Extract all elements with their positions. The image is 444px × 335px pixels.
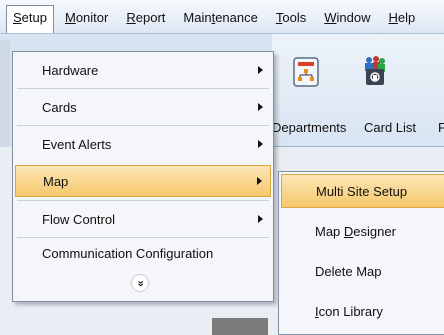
- menu-window-mnemonic: W: [324, 9, 337, 25]
- card-list-icon[interactable]: [360, 54, 390, 88]
- menu-item-hardware[interactable]: Hardware: [15, 54, 271, 86]
- menu-setup-label: etup: [21, 9, 47, 25]
- menu-item-flow-control[interactable]: Flow Control: [15, 203, 271, 235]
- menu-setup-mnemonic: S: [13, 9, 22, 25]
- card-list-label[interactable]: Card List: [364, 120, 416, 135]
- departments-label[interactable]: Departments: [272, 120, 346, 135]
- menu-item-event-alerts[interactable]: Event Alerts: [15, 128, 271, 160]
- menu-monitor-mnemonic: M: [64, 9, 76, 25]
- menu-maintenance-label: enance: [215, 9, 258, 25]
- submenu-arrow-icon: [257, 177, 262, 185]
- menu-tools-label: ools: [282, 9, 307, 25]
- submenu-arrow-icon: [258, 140, 263, 148]
- submenu-arrow-icon: [258, 66, 263, 74]
- departments-icon[interactable]: [292, 56, 322, 90]
- menu-item-label: Hardware: [42, 62, 99, 78]
- submenu-item-icon-library[interactable]: Icon Library: [281, 294, 444, 328]
- menu-separator: [17, 88, 269, 89]
- submenu-item-delete-map[interactable]: Delete Map: [281, 254, 444, 288]
- submenu-item-label: Multi Site Setup: [316, 183, 408, 199]
- toolbar-partial-label[interactable]: F: [438, 120, 444, 135]
- submenu-item-label: Delete Map: [315, 263, 382, 279]
- submenu-item-map-designer[interactable]: Map Designer: [281, 214, 444, 248]
- submenu-arrow-icon: [258, 215, 263, 223]
- submenu-item-multi-site-setup[interactable]: Multi Site Setup: [281, 174, 444, 208]
- menu-window[interactable]: Window: [317, 5, 377, 29]
- menu-maintenance-prefix: Main: [183, 9, 212, 25]
- menu-separator: [17, 200, 269, 201]
- menu-tools[interactable]: Tools: [269, 5, 313, 29]
- menu-help-mnemonic: H: [388, 9, 398, 25]
- menu-monitor-label: onitor: [75, 9, 109, 25]
- menu-item-label: Map: [43, 173, 69, 189]
- menu-item-label: Event Alerts: [42, 136, 112, 152]
- submenu-arrow-icon: [258, 103, 263, 111]
- main-toolbar: Departments Card List F: [272, 34, 444, 146]
- menu-item-label: Cards: [42, 99, 77, 115]
- menu-help-label: elp: [397, 9, 416, 25]
- menu-item-label: Flow Control: [42, 211, 115, 227]
- map-submenu: Multi Site Setup Map Designer Delete Map…: [278, 171, 444, 335]
- submenu-item-label: con Library: [318, 303, 383, 319]
- menu-maintenance[interactable]: Maintenance: [176, 5, 264, 29]
- menu-item-communication-configuration[interactable]: Communication Configuration: [15, 240, 271, 266]
- submenu-item-prefix: Map: [315, 223, 344, 239]
- menu-report-label: eport: [135, 9, 166, 25]
- menu-report[interactable]: Report: [119, 5, 172, 29]
- menu-report-mnemonic: R: [126, 9, 136, 25]
- submenu-item-mnemonic: D: [343, 223, 354, 239]
- expand-more-icon[interactable]: »: [131, 274, 149, 292]
- submenu-item-label: esigner: [353, 223, 396, 239]
- menu-setup[interactable]: Setup: [6, 4, 54, 33]
- menu-separator: [17, 237, 269, 238]
- menu-window-label: indow: [336, 9, 371, 25]
- menu-item-label: Communication Configuration: [42, 245, 214, 261]
- menu-item-cards[interactable]: Cards: [15, 91, 271, 123]
- menu-bar: Setup Monitor Report Maintenance Tools W…: [0, 0, 444, 34]
- menu-separator: [17, 125, 269, 126]
- expand-glyph: »: [134, 279, 147, 287]
- background-fragment: [212, 318, 268, 335]
- menu-help[interactable]: Help: [381, 5, 422, 29]
- setup-dropdown-menu: Hardware Cards Event Alerts Map Flow Con…: [12, 51, 274, 302]
- menu-item-map[interactable]: Map: [15, 165, 271, 197]
- menu-monitor[interactable]: Monitor: [58, 5, 115, 29]
